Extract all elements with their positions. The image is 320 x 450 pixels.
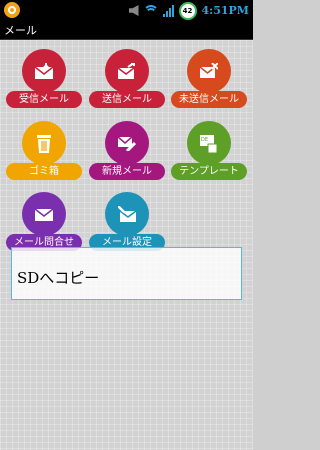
title-bar: メール xyxy=(0,21,253,40)
clock: 4:51PM xyxy=(201,4,249,17)
template-icon: DE xyxy=(200,135,218,153)
status-icons: 42 4:51PM xyxy=(128,1,249,20)
copy-to-sd-option[interactable]: SDへコピー xyxy=(17,267,99,288)
menu-item-template[interactable]: DE テンプレート xyxy=(168,121,250,193)
app-notification-icon xyxy=(4,2,20,18)
mute-icon xyxy=(128,5,139,16)
menu-item-label: テンプレート xyxy=(171,163,247,180)
outbox-icon xyxy=(118,63,135,79)
trash-icon xyxy=(37,135,51,153)
unsent-mail-icon xyxy=(200,63,218,78)
menu-item-new-mail[interactable]: 新規メール xyxy=(86,121,168,193)
copy-to-sd-dialog[interactable]: SDへコピー xyxy=(11,247,242,300)
menu-item-trash[interactable]: ゴミ箱 xyxy=(3,121,85,193)
menu-item-label: ゴミ箱 xyxy=(6,163,82,180)
battery-icon: 42 xyxy=(178,1,197,20)
menu-item-label: 未送信メール xyxy=(171,91,247,108)
inbox-icon xyxy=(35,63,53,79)
page-title: メール xyxy=(4,24,37,37)
mail-settings-icon xyxy=(118,206,136,222)
menu-item-inbox[interactable]: 受信メール xyxy=(3,49,85,121)
wifi-icon xyxy=(142,5,159,16)
svg-text:DE: DE xyxy=(201,137,208,143)
battery-level: 42 xyxy=(182,6,193,15)
status-bar: 42 4:51PM xyxy=(0,0,253,21)
menu-item-label: 新規メール xyxy=(89,163,165,180)
menu-item-outbox[interactable]: 送信メール xyxy=(86,49,168,121)
signal-icon xyxy=(162,4,174,17)
mail-inquiry-icon xyxy=(35,208,53,221)
new-mail-icon xyxy=(118,136,136,151)
mail-menu: 受信メール 送信メール 未送信メール ゴミ箱 新規メール DE テンプレート メ… xyxy=(0,40,253,450)
menu-item-label: 受信メール xyxy=(6,91,82,108)
menu-item-label: 送信メール xyxy=(89,91,165,108)
menu-item-unsent[interactable]: 未送信メール xyxy=(168,49,250,121)
